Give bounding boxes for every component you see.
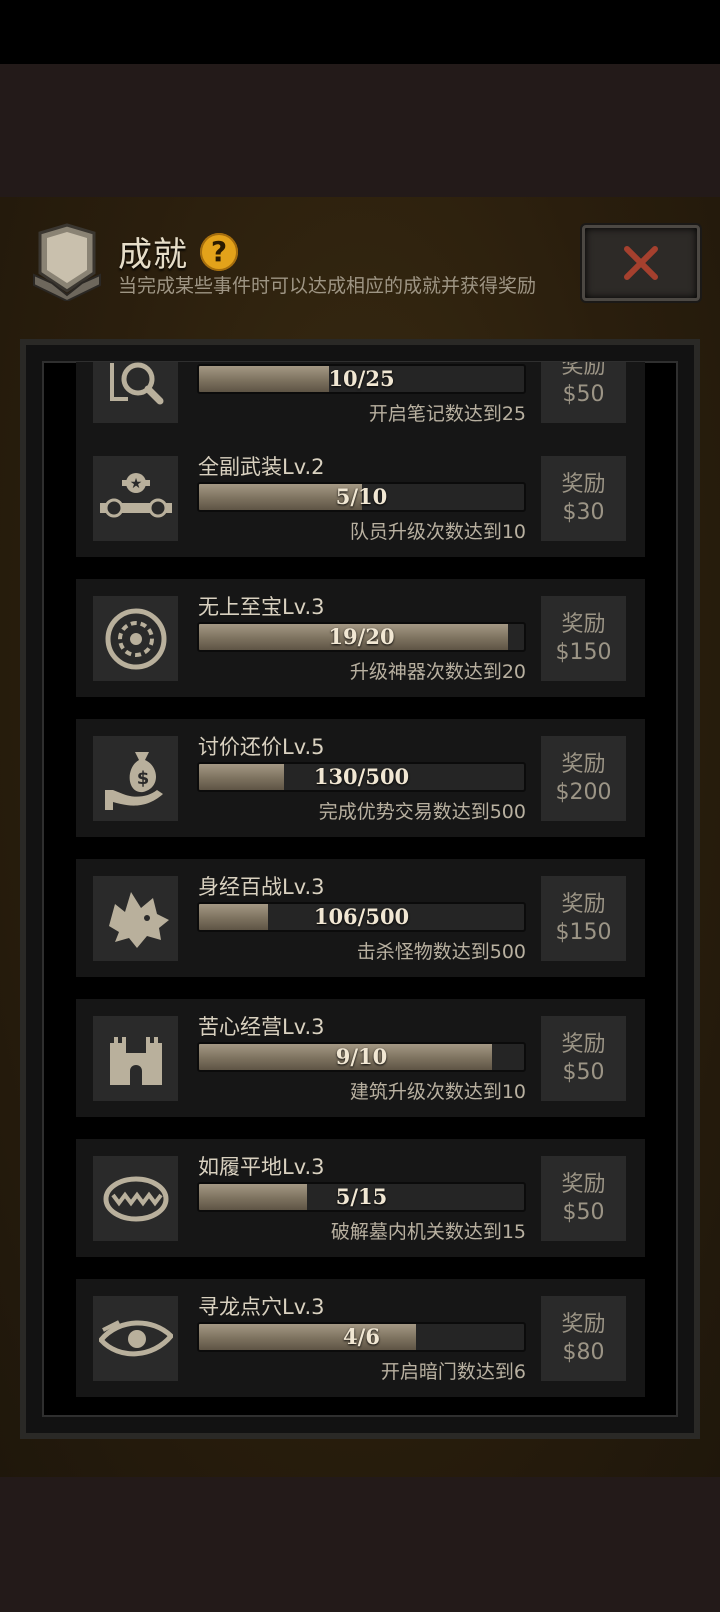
reward-button[interactable]: 奖励 $30 [541, 456, 626, 541]
achievement-name: 身经百战Lv.3 [198, 875, 325, 899]
progress-bar: 130/500 [197, 762, 526, 792]
close-button[interactable] [582, 225, 700, 301]
reward-label: 奖励 [561, 472, 606, 497]
dragon-eye-icon [93, 1296, 178, 1381]
reward-label: 奖励 [561, 1312, 606, 1337]
achievement-card: 如履平地Lv.3 5/15 破解墓内机关数达到15 奖励 $50 [76, 1139, 645, 1257]
progress-text: 130/500 [313, 764, 410, 789]
progress-bar: 9/10 [197, 1042, 526, 1072]
progress-bar: 5/10 [197, 482, 526, 512]
achievement-name: 苦心经营Lv.3 [198, 1015, 325, 1039]
achievement-badge-icon [32, 223, 102, 303]
achievement-description: 升级神器次数达到20 [349, 661, 526, 683]
achievement-name: 全副武装Lv.2 [198, 455, 325, 479]
reward-value: $150 [555, 640, 612, 665]
progress-text: 106/500 [313, 904, 410, 929]
svg-text:★: ★ [129, 476, 142, 492]
achievement-card: $ 讨价还价Lv.5 130/500 完成优势交易数达到500 奖励 $200 [76, 719, 645, 837]
progress-bar: 4/6 [197, 1322, 526, 1352]
page-subtitle: 当完成某些事件时可以达成相应的成就并获得奖励 [118, 275, 537, 297]
progress-bar: 10/25 [197, 364, 526, 394]
reward-button[interactable]: 奖励 $80 [541, 1296, 626, 1381]
achievement-card: 无上至宝Lv.3 19/20 升级神器次数达到20 奖励 $150 [76, 579, 645, 697]
achievement-name: 无上至宝Lv.3 [198, 595, 325, 619]
search-notes-icon [93, 362, 178, 423]
reward-value: $30 [562, 500, 605, 525]
achievement-description: 破解墓内机关数达到15 [330, 1221, 526, 1243]
reward-label: 奖励 [561, 752, 606, 777]
achievement-card: 寻龙点穴Lv.3 4/6 开启暗门数达到6 奖励 $80 [76, 1279, 645, 1397]
rank-stars-icon: ★ [93, 456, 178, 541]
close-x-icon [624, 246, 658, 280]
achievement-description: 击杀怪物数达到500 [356, 941, 526, 963]
reward-button[interactable]: 奖励 $200 [541, 736, 626, 821]
question-icon[interactable]: ? [200, 232, 238, 271]
progress-text: 9/10 [335, 1044, 388, 1069]
reward-value: $150 [555, 920, 612, 945]
achievement-card: 身经百战Lv.3 106/500 击杀怪物数达到500 奖励 $150 [76, 859, 645, 977]
status-bar-area [0, 0, 720, 64]
page-title: 成就 [118, 235, 188, 275]
achievement-description: 开启暗门数达到6 [380, 1361, 526, 1383]
achievement-description: 开启笔记数达到25 [368, 403, 526, 425]
money-bag-hand-icon: $ [93, 736, 178, 821]
achievement-name: 讨价还价Lv.5 [198, 735, 325, 759]
achievement-name: 寻龙点穴Lv.3 [198, 1295, 325, 1319]
reward-label: 奖励 [561, 1032, 606, 1057]
progress-text: 5/10 [335, 484, 388, 509]
progress-bar: 19/20 [197, 622, 526, 652]
reward-value: $80 [562, 1340, 605, 1365]
progress-text: 19/20 [328, 624, 395, 649]
achievement-list[interactable]: 10/25 开启笔记数达到25 奖励 $50 ★ 全副武装Lv.2 5/10 队… [46, 362, 674, 1416]
achievement-description: 队员升级次数达到10 [349, 521, 526, 543]
svg-text:$: $ [136, 768, 149, 789]
reward-value: $50 [562, 382, 605, 407]
reward-label: 奖励 [561, 362, 606, 379]
reward-button[interactable]: 奖励 $50 [541, 1016, 626, 1101]
wolf-head-icon [93, 876, 178, 961]
reward-button[interactable]: 奖励 $150 [541, 876, 626, 961]
reward-label: 奖励 [561, 1172, 606, 1197]
achievement-description: 完成优势交易数达到500 [318, 801, 526, 823]
progress-bar: 106/500 [197, 902, 526, 932]
reward-label: 奖励 [561, 892, 606, 917]
reward-button[interactable]: 奖励 $50 [541, 362, 626, 423]
reward-value: $50 [562, 1060, 605, 1085]
achievement-name: 如履平地Lv.3 [198, 1155, 325, 1179]
achievement-card: 10/25 开启笔记数达到25 奖励 $50 [76, 362, 645, 439]
achievement-description: 建筑升级次数达到10 [349, 1081, 526, 1103]
reward-label: 奖励 [561, 612, 606, 637]
reward-value: $200 [555, 780, 612, 805]
trap-jaws-icon [93, 1156, 178, 1241]
achievement-card: 苦心经营Lv.3 9/10 建筑升级次数达到10 奖励 $50 [76, 999, 645, 1117]
progress-text: 5/15 [335, 1184, 388, 1209]
progress-text: 10/25 [328, 366, 395, 391]
reward-button[interactable]: 奖励 $50 [541, 1156, 626, 1241]
progress-text: 4/6 [343, 1324, 380, 1349]
reward-value: $50 [562, 1200, 605, 1225]
reward-button[interactable]: 奖励 $150 [541, 596, 626, 681]
castle-icon [93, 1016, 178, 1101]
relic-medallion-icon [93, 596, 178, 681]
progress-bar: 5/15 [197, 1182, 526, 1212]
achievement-card: ★ 全副武装Lv.2 5/10 队员升级次数达到10 奖励 $30 [76, 439, 645, 557]
